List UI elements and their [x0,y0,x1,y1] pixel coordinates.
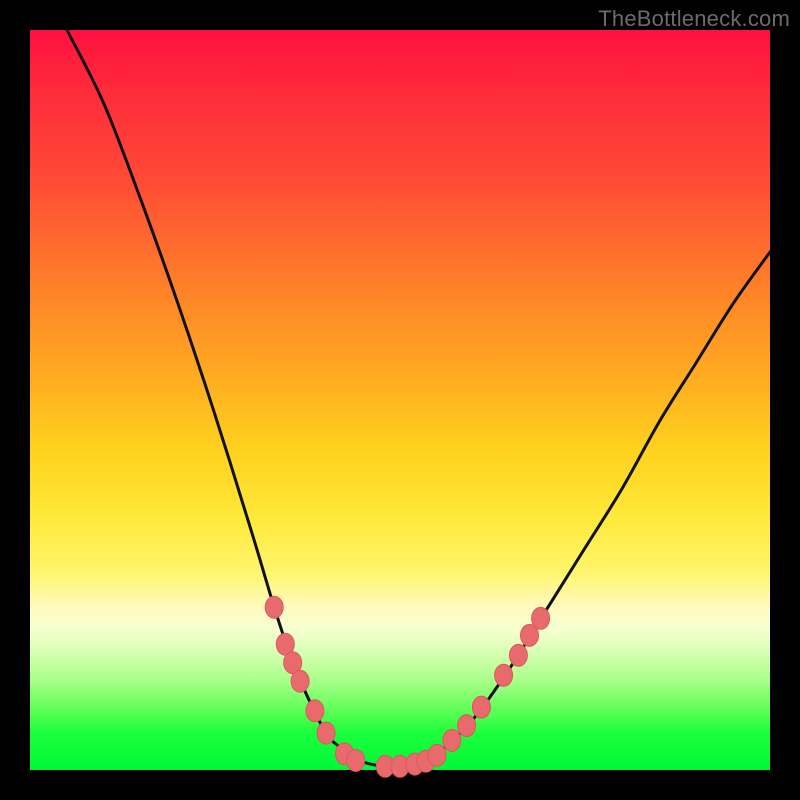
curve-marker [443,729,461,751]
curve-marker [428,744,446,766]
curve-svg [30,30,770,770]
curve-marker [306,700,324,722]
curve-marker [532,607,550,629]
curve-marker [291,670,309,692]
curve-marker [347,749,365,771]
curve-layer [67,30,770,767]
curve-marker [458,715,476,737]
curve-marker [265,596,283,618]
marker-layer [265,596,549,777]
curve-marker [509,644,527,666]
bottleneck-curve [67,30,770,767]
curve-marker [495,664,513,686]
curve-marker [317,722,335,744]
curve-marker [472,696,490,718]
watermark-text: TheBottleneck.com [598,6,790,32]
chart-frame: TheBottleneck.com [0,0,800,800]
plot-area [30,30,770,770]
